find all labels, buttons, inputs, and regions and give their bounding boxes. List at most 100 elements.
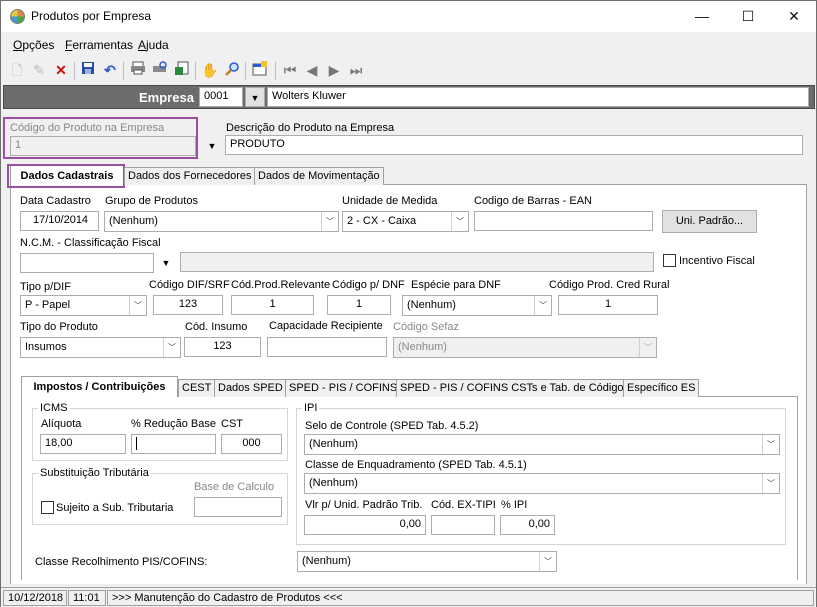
vlr-field[interactable]: 0,00 <box>304 515 426 535</box>
classe-value: (Nenhum) <box>309 477 358 489</box>
sujeito-label: Sujeito a Sub. Tributaria <box>56 502 174 514</box>
tipo-dif-label: Tipo p/DIF <box>20 281 71 293</box>
toolbar-separator <box>275 62 276 80</box>
tab-dados-sped[interactable]: Dados SPED <box>214 379 287 397</box>
empresa-dropdown-button[interactable]: ▼ <box>245 87 265 107</box>
toolbar: 🗋 ✎ ✕ ↶ ✋ ⏮ ◀ ▶ ⏭ <box>1 58 816 84</box>
especie-value: (Nenhum) <box>407 299 456 311</box>
produto-dropdown-button[interactable]: ▼ <box>202 136 222 157</box>
grupo-label: Grupo de Produtos <box>105 195 198 207</box>
aliquota-field[interactable]: 18,00 <box>40 434 126 454</box>
data-cadastro-label: Data Cadastro <box>20 195 91 207</box>
app-icon <box>10 9 25 24</box>
capacidade-label: Capacidade Recipiente <box>269 320 383 332</box>
ipi-title: IPI <box>302 402 320 414</box>
empresa-bar: Empresa 0001 ▼ Wolters Kluwer <box>3 85 815 109</box>
ex-tipi-label: Cód. EX-TIPI <box>431 499 496 511</box>
cod-insumo-field[interactable]: 123 <box>184 337 261 357</box>
toolbar-separator <box>123 62 124 80</box>
produto-desc-field[interactable]: PRODUTO <box>225 135 803 155</box>
new-icon[interactable]: 🗋 <box>8 61 26 79</box>
save-icon[interactable] <box>79 61 97 79</box>
tipo-produto-select[interactable]: Insumos ﹀ <box>20 337 181 358</box>
cod-rural-label: Código Prod. Cred Rural <box>549 279 670 291</box>
cod-insumo-label: Cód. Insumo <box>185 321 248 333</box>
ex-tipi-field[interactable] <box>431 515 495 535</box>
chevron-down-icon: ﹀ <box>129 296 146 315</box>
empresa-code-field[interactable]: 0001 <box>199 87 243 107</box>
menu-ajuda[interactable]: Ajuda <box>138 38 169 52</box>
tipo-produto-label: Tipo do Produto <box>20 321 98 333</box>
last-icon[interactable]: ⏭ <box>347 61 365 79</box>
tab-cest[interactable]: CEST <box>178 379 216 397</box>
cod-relevante-label: Cód.Prod.Relevante <box>231 279 331 291</box>
edit-icon[interactable]: ✎ <box>30 61 48 79</box>
uni-padrao-button[interactable]: Uni. Padrão... <box>662 210 757 233</box>
classe-select[interactable]: (Nenhum) ﹀ <box>304 473 780 494</box>
empresa-name-field[interactable]: Wolters Kluwer <box>267 87 809 107</box>
ncm-dropdown-button[interactable]: ▼ <box>156 253 176 274</box>
chevron-down-icon: ﹀ <box>762 474 779 493</box>
incentivo-checkbox[interactable] <box>663 254 676 267</box>
undo-icon[interactable]: ↶ <box>101 61 119 79</box>
toolbar-separator <box>195 62 196 80</box>
highlight-box <box>7 164 125 188</box>
cod-rural-field[interactable]: 1 <box>558 295 658 315</box>
pis-select[interactable]: (Nenhum) ﹀ <box>297 551 557 572</box>
print-preview-icon[interactable] <box>151 61 169 79</box>
prev-icon[interactable]: ◀ <box>303 61 321 79</box>
title-bar: Produtos por Empresa — ☐ ✕ <box>1 1 816 32</box>
pct-ipi-field[interactable]: 0,00 <box>500 515 555 535</box>
next-icon[interactable]: ▶ <box>325 61 343 79</box>
especie-label: Espécie para DNF <box>411 279 501 291</box>
status-date: 10/12/2018 <box>3 590 67 606</box>
unidade-value: 2 - CX - Caixa <box>347 215 417 227</box>
cod-dif-field[interactable]: 123 <box>153 295 223 315</box>
vlr-label: Vlr p/ Unid. Padrão Trib. <box>305 499 423 511</box>
tab-dados-movimentacao[interactable]: Dados de Movimentação <box>254 167 384 185</box>
sujeito-checkbox[interactable] <box>41 501 54 514</box>
reducao-field[interactable] <box>131 434 216 454</box>
tab-sped-pis-cofins-csts[interactable]: SPED - PIS / COFINS CSTs e Tab. de Códig… <box>396 379 634 397</box>
properties-icon[interactable] <box>251 61 269 79</box>
tipo-dif-select[interactable]: P - Papel ﹀ <box>20 295 147 316</box>
highlight-box <box>3 117 198 159</box>
unidade-select[interactable]: 2 - CX - Caixa ﹀ <box>342 211 469 232</box>
menu-opcoes[interactable]: Opções <box>13 38 54 52</box>
tab-dados-fornecedores[interactable]: Dados dos Fornecedores <box>124 167 256 185</box>
cst-field[interactable]: 000 <box>221 434 282 454</box>
tipo-dif-value: P - Papel <box>25 299 71 311</box>
selo-select[interactable]: (Nenhum) ﹀ <box>304 434 780 455</box>
tab-especifico-es[interactable]: Específico ES <box>623 379 700 397</box>
minimize-button[interactable]: — <box>679 1 725 32</box>
close-button[interactable]: ✕ <box>771 1 817 32</box>
especie-select[interactable]: (Nenhum) ﹀ <box>402 295 552 316</box>
sefaz-select: (Nenhum) ﹀ <box>393 337 657 358</box>
print-icon[interactable] <box>129 61 147 79</box>
sefaz-value: (Nenhum) <box>398 341 447 353</box>
hand-icon[interactable]: ✋ <box>201 61 219 79</box>
first-icon[interactable]: ⏮ <box>281 61 299 79</box>
delete-icon[interactable]: ✕ <box>52 61 70 79</box>
window-title: Produtos por Empresa <box>31 9 152 23</box>
toolbar-separator <box>74 62 75 80</box>
cod-dnf-field[interactable]: 1 <box>327 295 391 315</box>
ean-field[interactable] <box>474 211 653 231</box>
tab-sped-pis-cofins[interactable]: SPED - PIS / COFINS <box>285 379 402 397</box>
maximize-button[interactable]: ☐ <box>725 1 771 32</box>
export-icon[interactable] <box>173 61 191 79</box>
grupo-select[interactable]: (Nenhum) ﹀ <box>104 211 339 232</box>
search-icon[interactable] <box>223 61 241 79</box>
main-window: Produtos por Empresa — ☐ ✕ Opções Ferram… <box>0 0 817 607</box>
chevron-down-icon: ﹀ <box>321 212 338 231</box>
tab-impostos[interactable]: Impostos / Contribuições <box>21 376 178 397</box>
cod-dnf-label: Código p/ DNF <box>332 279 405 291</box>
data-cadastro-field[interactable]: 17/10/2014 <box>20 211 99 231</box>
ean-label: Codigo de Barras - EAN <box>474 195 592 207</box>
chevron-down-icon: ﹀ <box>639 338 656 357</box>
cod-relevante-field[interactable]: 1 <box>231 295 314 315</box>
ncm-field[interactable] <box>20 253 154 273</box>
menu-ferramentas[interactable]: Ferramentas <box>65 38 133 52</box>
capacidade-field[interactable] <box>267 337 387 357</box>
aliquota-label: Alíquota <box>41 418 82 430</box>
